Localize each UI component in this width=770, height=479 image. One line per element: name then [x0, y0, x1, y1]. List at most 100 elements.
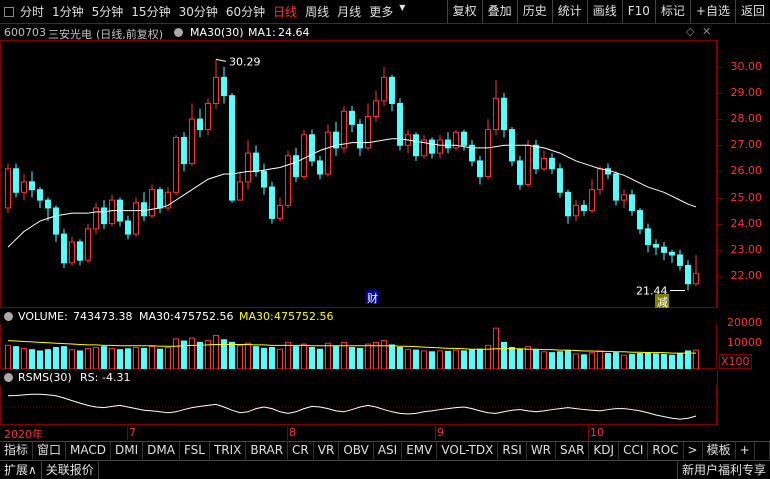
indicator-tab[interactable]: 指标	[0, 442, 34, 459]
volume-bar	[501, 341, 507, 369]
volume-bar	[333, 346, 339, 369]
candle	[637, 207, 643, 235]
toolbar-button[interactable]: +自选	[689, 0, 735, 23]
indicator-tab[interactable]: VR	[314, 442, 340, 459]
rsms-header: RSMS(30) RS: -4.31	[0, 370, 717, 385]
date-label: 2020年	[4, 428, 43, 441]
volume-settings-icon[interactable]	[4, 312, 13, 321]
volume-bar	[165, 347, 171, 369]
indicator-tab[interactable]: VOL-TDX	[437, 442, 499, 459]
candle	[477, 155, 483, 185]
toolbar-button[interactable]: 画线	[586, 0, 622, 23]
indicator-tab[interactable]: DMI	[111, 442, 144, 459]
toolbar-button[interactable]: 返回	[734, 0, 770, 23]
period-tab[interactable]: 60分钟	[222, 3, 269, 20]
candle	[669, 249, 675, 263]
candle	[613, 171, 619, 206]
rsms-panel-border	[0, 385, 717, 425]
candle	[269, 181, 275, 224]
expand-button[interactable]: 扩展∧	[0, 461, 42, 479]
volume-bar	[517, 348, 523, 369]
volume-bar	[93, 347, 99, 369]
indicator-tab[interactable]: FSL	[180, 442, 210, 459]
volume-bar	[605, 353, 611, 369]
volume-bar	[277, 348, 283, 369]
toolbar-button[interactable]: 标记	[654, 0, 690, 23]
volume-axis-label: 20000	[727, 316, 762, 329]
period-toolbar: 分时 1分钟 5分钟 15分钟 30分钟 60分钟 日线 周线 月线 更多 ▼ 复权 叠加 历史 统计 画线…	[0, 0, 770, 24]
candle	[445, 132, 451, 154]
toolbar-button[interactable]: F10	[621, 0, 655, 23]
indicator-tab[interactable]: +	[736, 442, 755, 459]
volume-bar	[421, 350, 427, 369]
finance-marker[interactable]: 财	[365, 290, 379, 305]
rsms-settings-icon[interactable]	[4, 373, 13, 382]
indicator-tab[interactable]: TRIX	[210, 442, 247, 459]
indicator-tab[interactable]: CCI	[619, 442, 649, 459]
indicator-tab[interactable]: CR	[288, 442, 314, 459]
ma1-label: MA1:	[248, 26, 276, 39]
rsms-axis	[717, 370, 770, 426]
volume-ma-label: MA30:	[139, 310, 174, 323]
dropdown-arrow-icon[interactable]: ▼	[397, 3, 407, 20]
related-quotes-button[interactable]: 关联报价	[42, 461, 99, 479]
indicator-tab[interactable]: 窗口	[33, 442, 67, 459]
volume-bar	[453, 349, 459, 369]
date-label: 9	[437, 426, 444, 439]
candle	[349, 106, 355, 133]
volume-bar	[445, 350, 451, 369]
indicator-tab[interactable]: ROC	[648, 442, 684, 459]
close-icon[interactable]: ✕	[702, 25, 711, 38]
toolbar-button[interactable]: 复权	[446, 0, 482, 23]
date-tick	[127, 426, 128, 440]
indicator-tab[interactable]: WR	[527, 442, 557, 459]
period-tab[interactable]: 30分钟	[175, 3, 222, 20]
rs-value: -4.31	[102, 371, 131, 384]
toolbar-button[interactable]: 统计	[551, 0, 587, 23]
settings-dot-icon[interactable]	[174, 28, 183, 37]
indicator-tab[interactable]: KDJ	[589, 442, 620, 459]
period-tab[interactable]: 5分钟	[88, 3, 128, 20]
volume-bar	[301, 343, 307, 369]
diamond-icon[interactable]: ◇	[686, 25, 694, 38]
period-tab[interactable]: 1分钟	[48, 3, 88, 20]
indicator-tab[interactable]: RSI	[498, 442, 527, 459]
volume-bar	[21, 347, 27, 369]
indicator-tab[interactable]: DMA	[143, 442, 180, 459]
volume-bar	[5, 344, 11, 369]
indicator-tab[interactable]: OBV	[339, 442, 374, 459]
indicator-tab[interactable]: EMV	[402, 442, 438, 459]
select-checkbox[interactable]	[4, 6, 14, 17]
indicator-tab[interactable]: BRAR	[246, 442, 289, 459]
period-tab[interactable]: 月线	[333, 3, 365, 20]
period-tab[interactable]: 周线	[301, 3, 333, 20]
candle	[69, 236, 75, 266]
candle	[333, 121, 339, 156]
toolbar-button[interactable]: 叠加	[481, 0, 517, 23]
candle	[517, 155, 523, 190]
period-tab[interactable]: 15分钟	[127, 3, 174, 20]
volume-bar	[133, 347, 139, 369]
candle	[501, 93, 507, 138]
candle	[253, 145, 259, 177]
indicator-tab[interactable]: SAR	[556, 442, 590, 459]
indicator-tab[interactable]: 模板	[703, 442, 736, 459]
indicator-tab[interactable]: ASI	[374, 442, 403, 459]
promo-link[interactable]: 新用户福利专享	[676, 461, 770, 479]
candlestick-chart[interactable]: 30.2921.44财减	[0, 40, 717, 308]
candle	[389, 74, 395, 112]
indicator-tab[interactable]: MACD	[66, 442, 112, 459]
period-tab[interactable]: 分时	[16, 3, 48, 20]
indicator-tab[interactable]: >	[684, 442, 703, 459]
toolbar-button[interactable]: 历史	[516, 0, 552, 23]
candle	[413, 132, 419, 161]
rsms-chart[interactable]	[0, 385, 717, 425]
volume-bar	[637, 353, 643, 369]
period-tab[interactable]: 日线	[269, 3, 301, 20]
period-tab[interactable]: 更多	[365, 3, 397, 20]
volume-bar	[125, 348, 131, 369]
volume-bar	[197, 341, 203, 369]
volume-header: VOLUME: 743473.38 MA30: 475752.56 MA30: …	[0, 309, 717, 324]
volume-chart[interactable]	[0, 324, 717, 369]
reduce-marker[interactable]: 减	[655, 294, 669, 308]
